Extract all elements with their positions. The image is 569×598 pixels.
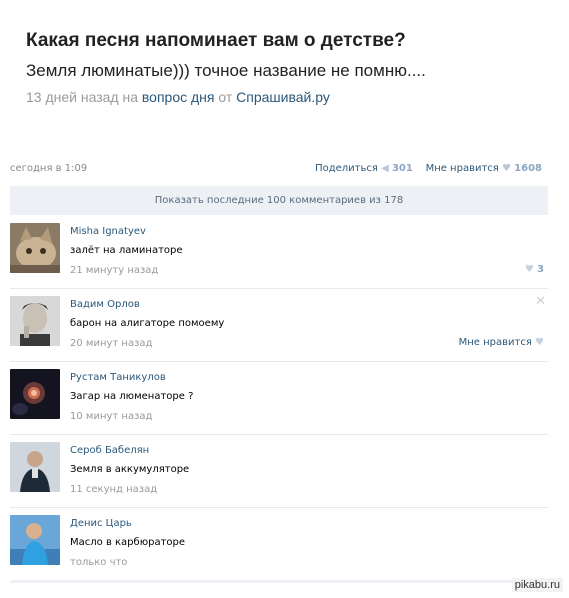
comments-list: Misha Ignatyev залёт на ламинаторе 21 ми… — [10, 216, 548, 581]
divider — [10, 580, 548, 583]
comment-item: Денис Царь Масло в карбюраторе только чт… — [10, 508, 548, 581]
avatar[interactable] — [10, 296, 60, 346]
share-count: 301 — [391, 163, 413, 174]
question-title: Какая песня напоминает вам о детстве? — [26, 30, 406, 51]
question-meta: 13 дней назад на вопрос дня от Спрашивай… — [26, 89, 556, 105]
comment-time[interactable]: только что — [70, 557, 127, 568]
like-button[interactable]: Мне нравится — [426, 163, 499, 174]
post-action-bar: сегодня в 1:09 Поделиться ◀ 301 Мне нрав… — [10, 160, 546, 178]
question-post: Какая песня напоминает вам о детстве? Зе… — [26, 30, 556, 105]
post-actions: Поделиться ◀ 301 Мне нравится ♥ 1608 — [315, 163, 542, 174]
comment-text: Земля в аккумуляторе — [70, 464, 190, 475]
comment-author[interactable]: Misha Ignatyev — [70, 226, 146, 237]
comment-item: Misha Ignatyev залёт на ламинаторе 21 ми… — [10, 216, 548, 289]
comment-text: Загар на люменаторе ? — [70, 391, 194, 402]
share-button[interactable]: Поделиться — [315, 163, 378, 174]
meta-from: от — [214, 89, 237, 105]
comment-author[interactable]: Рустам Таникулов — [70, 372, 166, 383]
comment-time[interactable]: 21 минуту назад — [70, 265, 158, 276]
comment-like[interactable]: ♥ 3 — [525, 264, 544, 275]
comment-author[interactable]: Денис Царь — [70, 518, 132, 529]
heart-icon[interactable]: ♥ — [525, 264, 534, 275]
comment-text: залёт на ламинаторе — [70, 245, 183, 256]
comment-like-count: 3 — [537, 264, 544, 275]
comment-text: Масло в карбюраторе — [70, 537, 186, 548]
comment-like-label[interactable]: Мне нравится — [459, 337, 532, 348]
show-all-comments-button[interactable]: Показать последние 100 комментариев из 1… — [10, 186, 548, 215]
avatar[interactable] — [10, 369, 60, 419]
meta-source-link[interactable]: вопрос дня — [142, 89, 215, 105]
comment-time[interactable]: 20 минут назад — [70, 338, 152, 349]
comment-item: Вадим Орлов барон на алигаторе помоему 2… — [10, 289, 548, 362]
comment-item: Рустам Таникулов Загар на люменаторе ? 1… — [10, 362, 548, 435]
meta-site-link[interactable]: Спрашивай.ру — [236, 89, 330, 105]
close-icon[interactable]: ✕ — [535, 294, 546, 309]
comment-item: Сероб Бабелян Земля в аккумуляторе 11 се… — [10, 435, 548, 508]
heart-icon[interactable]: ♥ — [535, 337, 544, 348]
avatar[interactable] — [10, 515, 60, 565]
comment-author[interactable]: Вадим Орлов — [70, 299, 140, 310]
comment-time[interactable]: 11 секунд назад — [70, 484, 157, 495]
question-answer: Земля люминатые))) точное название не по… — [26, 61, 426, 80]
avatar[interactable] — [10, 442, 60, 492]
meta-time: 13 дней назад на — [26, 89, 142, 105]
megaphone-icon[interactable]: ◀ — [381, 163, 389, 174]
comment-like[interactable]: Мне нравится ♥ — [459, 337, 544, 348]
watermark: pikabu.ru — [511, 578, 563, 592]
comment-time[interactable]: 10 минут назад — [70, 411, 152, 422]
like-count: 1608 — [514, 163, 542, 174]
avatar[interactable] — [10, 223, 60, 273]
comment-text: барон на алигаторе помоему — [70, 318, 225, 329]
comment-author[interactable]: Сероб Бабелян — [70, 445, 149, 456]
post-date[interactable]: сегодня в 1:09 — [10, 163, 87, 174]
heart-icon[interactable]: ♥ — [502, 163, 511, 174]
